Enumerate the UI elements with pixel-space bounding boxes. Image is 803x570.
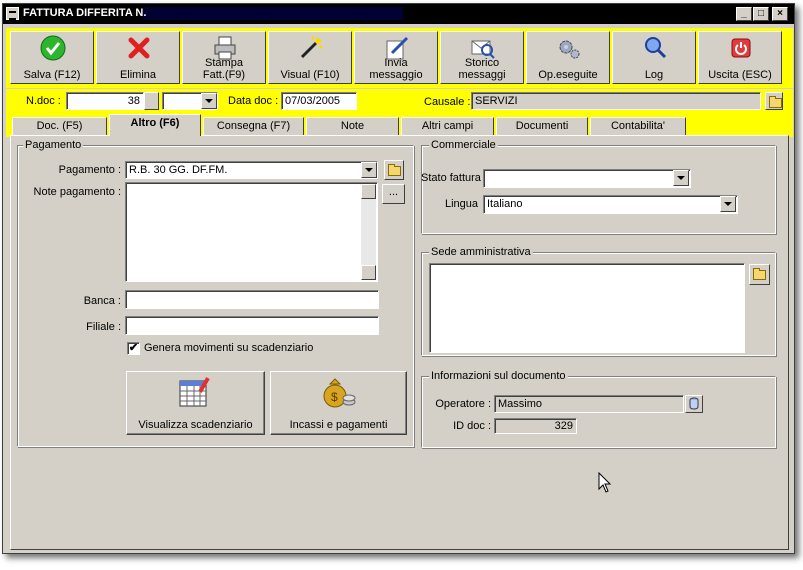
pagamento-select[interactable]: R.B. 30 GG. DF.FM. bbox=[125, 161, 378, 179]
ndoc-spinner[interactable] bbox=[144, 92, 159, 110]
send-button[interactable]: Invia messaggio bbox=[354, 31, 438, 84]
id-doc-value: 329 bbox=[494, 418, 577, 434]
tab-contabilita[interactable]: Contabilita' bbox=[590, 117, 686, 135]
spreadsheet-icon bbox=[179, 377, 210, 407]
log-label: Log bbox=[644, 69, 664, 81]
sede-textarea[interactable] bbox=[429, 263, 745, 353]
filiale-label: Filiale : bbox=[86, 321, 121, 333]
tab-documenti[interactable]: Documenti bbox=[496, 117, 588, 135]
app-icon bbox=[6, 7, 19, 20]
stato-fattura-label: Stato fattura bbox=[421, 172, 481, 184]
exit-label: Uscita (ESC) bbox=[708, 69, 772, 81]
database-icon bbox=[689, 397, 699, 410]
pagamento-label: Pagamento : bbox=[58, 164, 121, 176]
tab-doc-f5[interactable]: Doc. (F5) bbox=[12, 117, 107, 135]
date-input[interactable]: 07/03/2005 bbox=[281, 92, 357, 110]
document-header: N.doc : 38 Data doc : 07/03/2005 Causale… bbox=[6, 89, 793, 113]
incassi-pagamenti-button[interactable]: $ Incassi e pagamenti bbox=[270, 371, 407, 435]
tab-note[interactable]: Note bbox=[306, 117, 399, 135]
maximize-button[interactable]: □ bbox=[753, 7, 769, 21]
stato-fattura-dropdown-button[interactable] bbox=[673, 170, 689, 186]
visual-label: Visual (F10) bbox=[280, 69, 340, 81]
note-pagamento-textarea[interactable] bbox=[125, 182, 378, 282]
causale-input[interactable]: SERVIZI bbox=[471, 92, 761, 110]
print-button[interactable]: Stampa Fatt.(F9) bbox=[182, 31, 266, 84]
genera-movimenti-label: Genera movimenti su scadenziario bbox=[144, 342, 314, 354]
ops-button[interactable]: Op.eseguite bbox=[526, 31, 610, 84]
ndoc-label: N.doc : bbox=[26, 95, 61, 107]
money-bag-icon: $ bbox=[323, 378, 356, 408]
banca-label: Banca : bbox=[83, 295, 121, 307]
scroll-up-button[interactable] bbox=[361, 184, 376, 199]
send-label: Invia messaggio bbox=[369, 57, 423, 81]
x-icon bbox=[126, 35, 152, 61]
note-pagamento-label: Note pagamento : bbox=[33, 186, 121, 198]
date-label: Data doc : bbox=[228, 95, 279, 107]
history-button[interactable]: Storico messaggi bbox=[440, 31, 524, 84]
lingua-dropdown-button[interactable] bbox=[720, 196, 736, 212]
causale-label: Causale : bbox=[424, 96, 471, 108]
pagamento-group-title: Pagamento bbox=[23, 139, 84, 151]
sede-group-title: Sede amministrativa bbox=[429, 246, 533, 258]
tab-panel-altro: Pagamento Pagamento : R.B. 30 GG. DF.FM.… bbox=[10, 135, 789, 550]
filiale-input[interactable] bbox=[125, 316, 379, 335]
operatore-label: Operatore : bbox=[435, 398, 491, 410]
operatore-input[interactable]: Massimo bbox=[494, 395, 684, 413]
incassi-pagamenti-label: Incassi e pagamenti bbox=[289, 419, 388, 431]
ndoc-input[interactable]: 38 bbox=[66, 92, 144, 110]
visual-button[interactable]: Visual (F10) bbox=[268, 31, 352, 84]
close-button[interactable]: × bbox=[772, 7, 788, 21]
tab-bar: Doc. (F5) Altro (F6) Consegna (F7) Note Altr… bbox=[6, 113, 793, 137]
commerciale-group-title: Commerciale bbox=[429, 139, 498, 151]
exit-button[interactable]: Uscita (ESC) bbox=[698, 31, 782, 84]
scroll-down-button[interactable] bbox=[361, 265, 376, 280]
visualizza-scadenziario-button[interactable]: Visualizza scadenziario bbox=[126, 371, 265, 435]
operatore-lookup-button[interactable] bbox=[685, 395, 703, 413]
pagamento-dropdown-button[interactable] bbox=[361, 162, 377, 178]
save-button[interactable]: Salva (F12) bbox=[10, 31, 94, 84]
svg-text:$: $ bbox=[331, 390, 338, 404]
genera-movimenti-checkbox[interactable]: ✔ bbox=[127, 342, 140, 355]
lingua-select[interactable]: Italiano bbox=[483, 195, 738, 214]
tab-consegna-f7[interactable]: Consegna (F7) bbox=[203, 117, 304, 135]
window-title: FATTURA DIFFERITA N. bbox=[23, 7, 147, 19]
power-icon bbox=[728, 35, 754, 61]
magnifier-icon bbox=[642, 35, 668, 61]
delete-label: Elimina bbox=[119, 69, 157, 81]
history-label: Storico messaggi bbox=[458, 57, 506, 81]
id-doc-label: ID doc : bbox=[453, 420, 491, 432]
print-label: Stampa Fatt.(F9) bbox=[202, 57, 246, 81]
ops-label: Op.eseguite bbox=[538, 69, 598, 81]
delete-button[interactable]: Elimina bbox=[96, 31, 180, 84]
log-button[interactable]: Log bbox=[612, 31, 696, 84]
title-bar[interactable]: FATTURA DIFFERITA N. _ □ × bbox=[3, 4, 794, 24]
magic-wand-icon bbox=[298, 35, 324, 61]
causale-folder-icon[interactable] bbox=[765, 92, 783, 110]
mouse-cursor-icon bbox=[598, 472, 612, 493]
note-more-button[interactable]: ... bbox=[382, 184, 405, 204]
lingua-label: Lingua bbox=[445, 198, 479, 210]
series-dropdown-button[interactable] bbox=[201, 93, 217, 109]
check-icon bbox=[40, 35, 66, 61]
tab-altri-campi[interactable]: Altri campi bbox=[401, 117, 494, 135]
info-group-title: Informazioni sul documento bbox=[429, 370, 568, 382]
visualizza-scadenziario-label: Visualizza scadenziario bbox=[138, 419, 253, 431]
banca-input[interactable] bbox=[125, 290, 379, 309]
pagamento-folder-icon[interactable] bbox=[384, 160, 404, 180]
minimize-button[interactable]: _ bbox=[736, 7, 752, 21]
toolbar: Salva (F12) Elimina Stampa Fatt.(F9) Visual… bbox=[6, 28, 793, 88]
stato-fattura-select[interactable] bbox=[483, 169, 691, 188]
save-label: Salva (F12) bbox=[23, 69, 81, 81]
tab-altro-f6[interactable]: Altro (F6) bbox=[109, 114, 201, 136]
gears-icon bbox=[556, 35, 582, 61]
sede-folder-icon[interactable] bbox=[749, 264, 770, 285]
commerciale-group bbox=[421, 145, 776, 234]
title-bar-gradient bbox=[143, 7, 403, 20]
main-window: FATTURA DIFFERITA N. _ □ × Salva (F12) El… bbox=[2, 3, 795, 554]
